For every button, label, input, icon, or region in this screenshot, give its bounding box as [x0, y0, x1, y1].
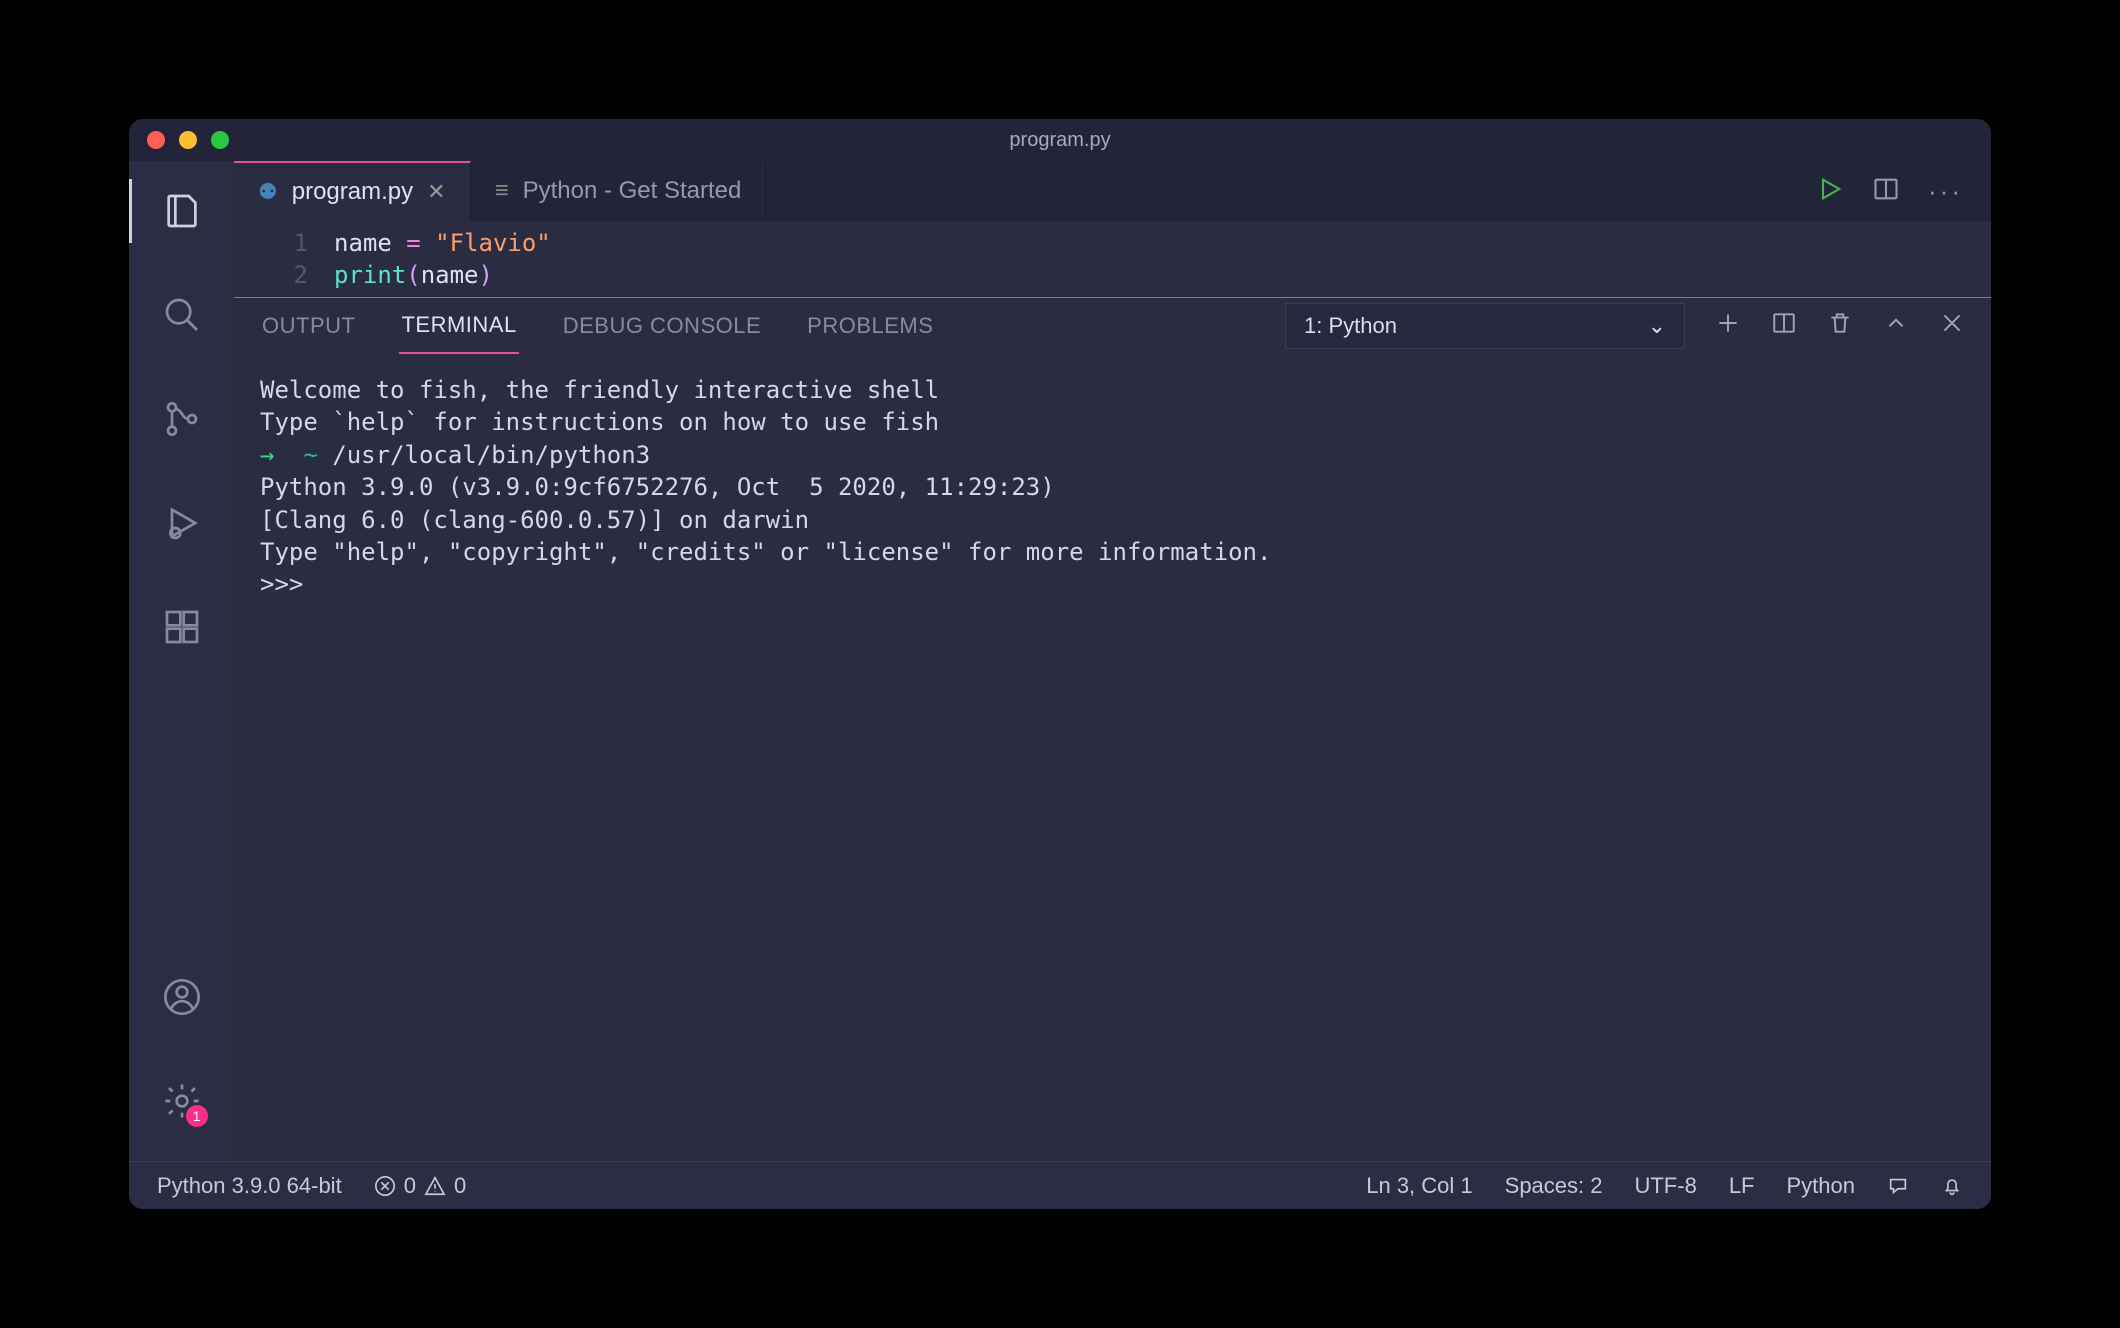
close-panel-icon[interactable]: [1939, 310, 1965, 342]
status-bar: Python 3.9.0 64-bit 0 0 Ln 3, Col 1 Spac…: [129, 1161, 1991, 1209]
terminal-content[interactable]: Welcome to fish, the friendly interactiv…: [234, 354, 1991, 1161]
terminal-selector-value: 1: Python: [1304, 313, 1397, 339]
bell-icon[interactable]: [1941, 1175, 1963, 1197]
panel-tab-debug-console[interactable]: DEBUG CONSOLE: [561, 299, 763, 353]
source-control-icon[interactable]: [150, 387, 214, 451]
python-file-icon: ⚉: [258, 179, 278, 205]
tab-label: program.py: [292, 178, 413, 206]
editor-tabs: ⚉ program.py ✕ ≡ Python - Get Started ··…: [234, 161, 1991, 221]
panel-tab-output[interactable]: OUTPUT: [260, 299, 357, 353]
window-title: program.py: [1009, 129, 1110, 152]
account-icon[interactable]: [150, 965, 214, 1029]
close-window-button[interactable]: [147, 131, 165, 149]
panel-tab-problems[interactable]: PROBLEMS: [805, 299, 935, 353]
more-icon[interactable]: ···: [1928, 176, 1963, 207]
search-icon[interactable]: [150, 283, 214, 347]
status-spaces[interactable]: Spaces: 2: [1505, 1173, 1603, 1199]
status-python-version[interactable]: Python 3.9.0 64-bit: [157, 1173, 342, 1199]
split-editor-icon[interactable]: [1872, 175, 1900, 208]
status-language[interactable]: Python: [1787, 1173, 1856, 1199]
settings-icon[interactable]: 1: [150, 1069, 214, 1133]
terminal-selector[interactable]: 1: Python ⌄: [1285, 303, 1685, 349]
minimize-window-button[interactable]: [179, 131, 197, 149]
code-editor[interactable]: 12 name = "Flavio"print(name): [234, 221, 1991, 297]
run-debug-icon[interactable]: [150, 491, 214, 555]
chevron-down-icon: ⌄: [1648, 313, 1666, 339]
tab-label: Python - Get Started: [523, 177, 742, 205]
explorer-icon[interactable]: [150, 179, 214, 243]
titlebar: program.py: [129, 119, 1991, 161]
extensions-icon[interactable]: [150, 595, 214, 659]
settings-badge: 1: [186, 1105, 208, 1127]
panel: OUTPUT TERMINAL DEBUG CONSOLE PROBLEMS 1…: [234, 297, 1991, 1161]
document-icon: ≡: [495, 177, 509, 205]
zoom-window-button[interactable]: [211, 131, 229, 149]
run-icon[interactable]: [1816, 175, 1844, 208]
status-eol[interactable]: LF: [1729, 1173, 1755, 1199]
trash-icon[interactable]: [1827, 310, 1853, 342]
status-cursor[interactable]: Ln 3, Col 1: [1366, 1173, 1472, 1199]
feedback-icon[interactable]: [1887, 1175, 1909, 1197]
new-terminal-icon[interactable]: [1715, 310, 1741, 342]
tab-python-get-started[interactable]: ≡ Python - Get Started: [471, 161, 767, 221]
panel-tab-terminal[interactable]: TERMINAL: [399, 298, 518, 354]
split-terminal-icon[interactable]: [1771, 310, 1797, 342]
chevron-up-icon[interactable]: [1883, 310, 1909, 342]
tab-program-py[interactable]: ⚉ program.py ✕: [234, 161, 471, 221]
status-problems[interactable]: 0 0: [374, 1173, 467, 1199]
activity-bar: 1: [129, 161, 234, 1161]
close-icon[interactable]: ✕: [427, 179, 445, 205]
window: program.py 1: [129, 119, 1991, 1209]
status-encoding[interactable]: UTF-8: [1634, 1173, 1696, 1199]
